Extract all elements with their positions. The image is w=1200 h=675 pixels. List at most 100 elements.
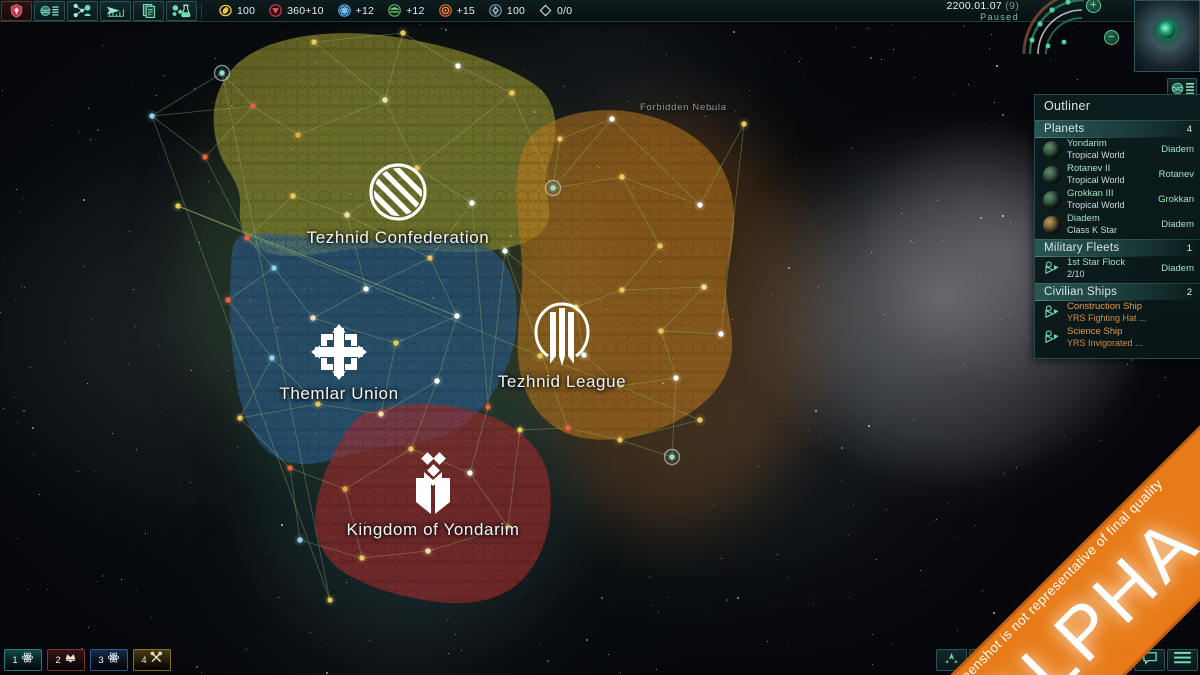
star-system-marker[interactable] (414, 165, 420, 171)
star-system-marker[interactable] (393, 340, 399, 346)
outliner-row-planets-2[interactable]: Grokkan III Tropical World Grokkan (1035, 187, 1200, 212)
outliner-row-planets-1[interactable]: Rotanev II Tropical World Rotanev (1035, 162, 1200, 187)
star-system-marker[interactable] (619, 174, 625, 180)
star-system-marker[interactable] (408, 446, 414, 452)
resource-engineering-research[interactable]: +15 (438, 0, 475, 22)
star-system-marker[interactable] (378, 411, 384, 417)
star-system-marker[interactable] (250, 103, 256, 109)
star-system-marker[interactable] (565, 425, 571, 431)
star-system-marker[interactable] (271, 265, 277, 271)
star-system-marker[interactable] (467, 470, 473, 476)
resource-unity[interactable]: 0/0 (539, 0, 572, 22)
star-system-marker[interactable] (517, 427, 523, 433)
star-system-marker[interactable] (225, 297, 231, 303)
search-button[interactable] (1101, 649, 1132, 671)
star-system-marker[interactable] (609, 116, 615, 122)
star-system-marker[interactable] (658, 328, 664, 334)
star-system-marker[interactable] (469, 200, 475, 206)
star-system-marker[interactable] (619, 287, 625, 293)
star-system-marker[interactable] (427, 255, 433, 261)
star-system-marker[interactable] (425, 548, 431, 554)
contacts-button[interactable] (67, 0, 98, 21)
star-system-marker[interactable] (297, 537, 303, 543)
star-system-marker[interactable] (311, 39, 317, 45)
star-system-marker[interactable] (342, 486, 348, 492)
resource-physics-research[interactable]: +12 (337, 0, 374, 22)
star-system-marker[interactable] (363, 286, 369, 292)
outliner-section-military-fleets[interactable]: Military Fleets 1 (1035, 239, 1200, 257)
star-system-marker[interactable] (581, 352, 587, 358)
star-system-marker[interactable] (697, 202, 703, 208)
star-system-marker[interactable] (557, 136, 563, 142)
star-system-marker[interactable] (344, 212, 350, 218)
expansion-button[interactable] (1002, 649, 1033, 671)
outliner-section-planets[interactable]: Planets 4 (1035, 120, 1200, 138)
star-system-marker[interactable] (718, 331, 724, 337)
star-system-marker[interactable] (290, 193, 296, 199)
star-system-marker[interactable] (502, 248, 508, 254)
row-texts: Diadem Class K Star (1067, 214, 1157, 235)
outliner-row-planets-3[interactable]: Diadem Class K Star Diadem (1035, 212, 1200, 237)
star-system-marker[interactable] (505, 524, 511, 530)
star-system-marker[interactable] (359, 555, 365, 561)
home-button[interactable] (1068, 649, 1099, 671)
star-system-marker[interactable] (617, 383, 623, 389)
star-system-marker[interactable] (617, 437, 623, 443)
fleets-button[interactable] (100, 0, 131, 21)
star-system-marker[interactable] (400, 30, 406, 36)
star-system-marker[interactable] (701, 284, 707, 290)
resource-influence[interactable]: 100 (489, 0, 525, 22)
star-system-marker[interactable] (509, 90, 515, 96)
star-system-marker[interactable] (310, 315, 316, 321)
market-button[interactable] (1035, 649, 1066, 671)
menu-button[interactable] (1167, 649, 1198, 671)
star-system-marker[interactable] (315, 401, 321, 407)
star-system-marker[interactable] (434, 378, 440, 384)
resource-energy-credits[interactable]: 100 (219, 0, 255, 22)
resource-society-research[interactable]: +12 (388, 0, 424, 22)
star-system-marker[interactable] (175, 203, 181, 209)
star-system-marker[interactable] (697, 417, 703, 423)
star-system-marker[interactable] (550, 185, 556, 191)
species-portrait[interactable] (1134, 0, 1200, 72)
star-system-marker[interactable] (657, 243, 663, 249)
game-speed-dial[interactable]: + − (1018, 0, 1128, 58)
star-system-marker[interactable] (537, 353, 543, 359)
star-system-marker[interactable] (202, 154, 208, 160)
situation-log-button-1[interactable]: 1 (4, 649, 42, 671)
outliner-section-civilian-ships[interactable]: Civilian Ships 2 (1035, 283, 1200, 301)
situation-log-button-3[interactable]: 3 (90, 649, 128, 671)
resource-minerals[interactable]: 360+10 (269, 0, 324, 22)
speed-decrease-button[interactable]: − (1104, 30, 1119, 45)
messages-button[interactable] (1134, 649, 1165, 671)
shipyard-button[interactable] (969, 649, 1000, 671)
star-system-marker[interactable] (741, 121, 747, 127)
research-button[interactable] (166, 0, 197, 21)
fleet-manager-button[interactable] (936, 649, 967, 671)
star-system-marker[interactable] (485, 404, 491, 410)
star-system-marker[interactable] (327, 597, 333, 603)
star-system-marker[interactable] (287, 465, 293, 471)
galaxy-map[interactable] (0, 0, 1200, 675)
star-system-marker[interactable] (295, 132, 301, 138)
policies-button[interactable] (133, 0, 164, 21)
outliner-row-civilian-ships-1[interactable]: Science Ship YRS Invigorated ... (1035, 325, 1200, 350)
star-system-marker[interactable] (454, 313, 460, 319)
situation-log-button-2[interactable]: 2 (47, 649, 85, 671)
planets-button[interactable] (34, 0, 65, 21)
star-system-marker[interactable] (573, 304, 579, 310)
star-system-marker[interactable] (455, 63, 461, 69)
empire-button[interactable] (1, 0, 32, 21)
outliner-row-civilian-ships-0[interactable]: Construction Ship YRS Fighting Hat ... (1035, 300, 1200, 325)
situation-log-button-4[interactable]: 4 (133, 649, 171, 671)
star-system-marker[interactable] (673, 375, 679, 381)
outliner-row-planets-0[interactable]: Yondarim Tropical World Diadem (1035, 137, 1200, 162)
star-system-marker[interactable] (244, 235, 250, 241)
star-system-marker[interactable] (219, 70, 225, 76)
star-system-marker[interactable] (237, 415, 243, 421)
star-system-marker[interactable] (149, 113, 155, 119)
outliner-row-military-fleets-0[interactable]: 1st Star Flock 2/10 Diadem (1035, 256, 1200, 281)
star-system-marker[interactable] (382, 97, 388, 103)
star-system-marker[interactable] (669, 454, 675, 460)
star-system-marker[interactable] (269, 355, 275, 361)
